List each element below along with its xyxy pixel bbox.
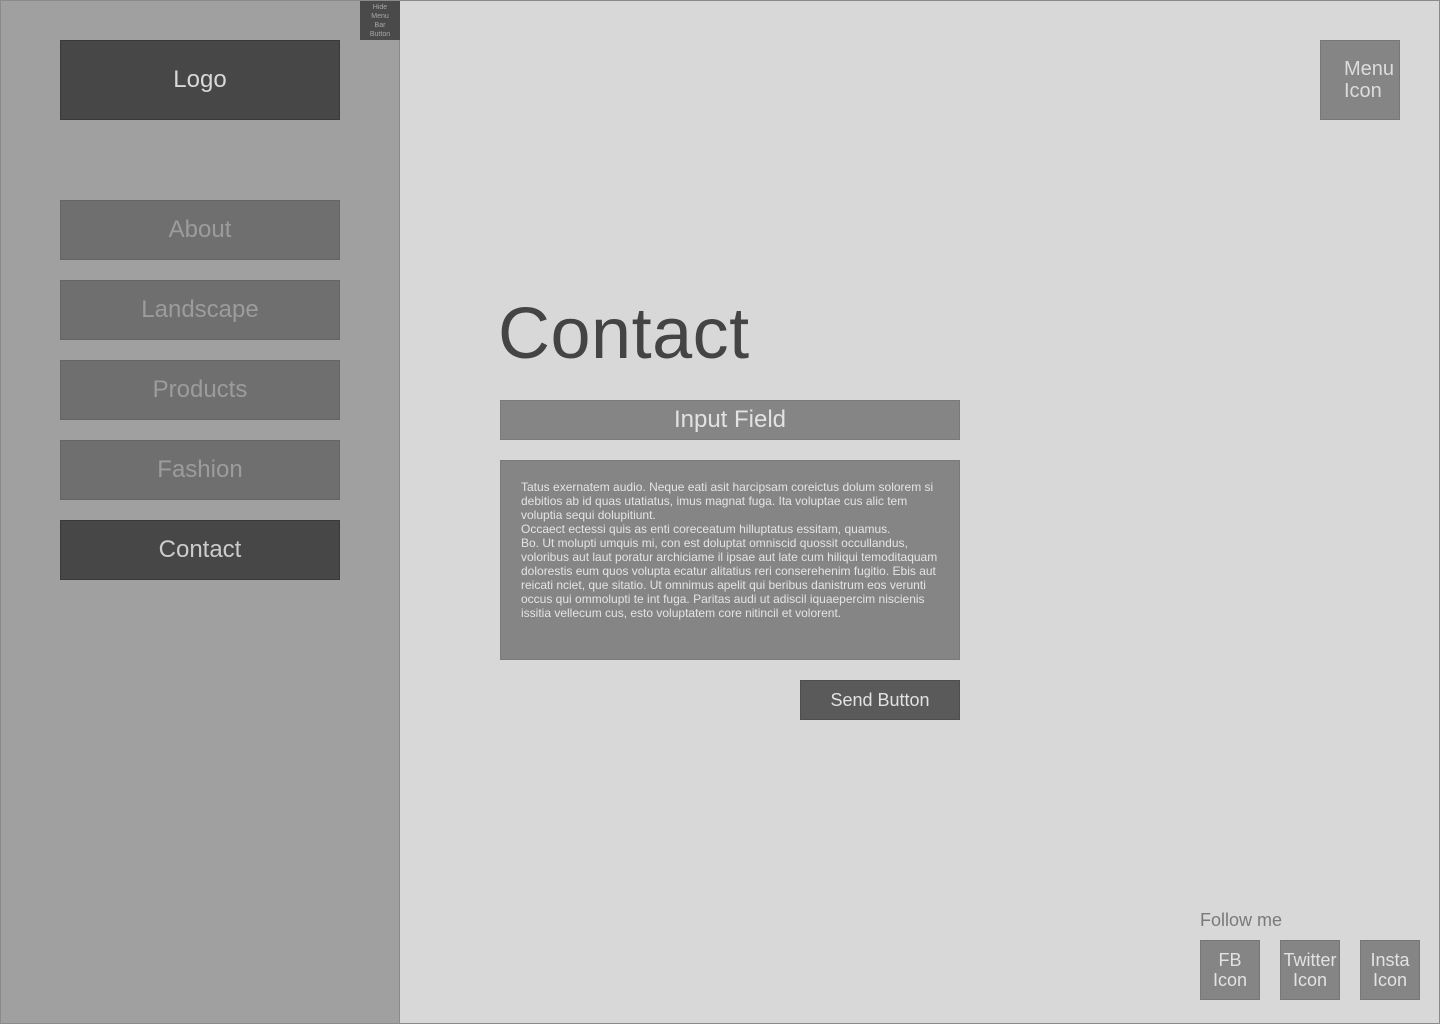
- twitter-icon-line: Twitter: [1283, 950, 1337, 970]
- hide-menu-bar-button[interactable]: Hide Menu Bar Button: [360, 0, 400, 40]
- nav-item-products[interactable]: Products: [60, 360, 340, 420]
- hide-menu-bar-button-line: Menu: [371, 12, 389, 20]
- message-textarea[interactable]: Tatus exernatem audio. Neque eati asit h…: [500, 460, 960, 660]
- logo[interactable]: Logo: [60, 40, 340, 120]
- hide-menu-bar-button-line: Button: [369, 30, 391, 38]
- nav-item-contact[interactable]: Contact: [60, 520, 340, 580]
- message-paragraph: Occaect ectessi quis as enti coreceatum …: [521, 522, 891, 536]
- nav-item-landscape[interactable]: Landscape: [60, 280, 340, 340]
- twitter-icon[interactable]: Twitter Icon: [1280, 940, 1340, 1000]
- fb-icon-line: FB: [1218, 950, 1242, 970]
- fb-icon-line: Icon: [1212, 970, 1248, 990]
- input-field[interactable]: Input Field: [500, 400, 960, 440]
- insta-icon-line: Icon: [1372, 970, 1408, 990]
- send-button[interactable]: Send Button: [800, 680, 960, 720]
- follow-me-label: Follow me: [1200, 910, 1283, 930]
- insta-icon-line: Insta: [1370, 950, 1410, 970]
- fb-icon[interactable]: FB Icon: [1200, 940, 1260, 1000]
- message-paragraph: Bo. Ut molupti umquis mi, con est dolupt…: [521, 536, 938, 620]
- menu-icon-line: Icon: [1343, 80, 1382, 102]
- nav-item-about[interactable]: About: [60, 200, 340, 260]
- insta-icon[interactable]: Insta Icon: [1360, 940, 1420, 1000]
- menu-icon[interactable]: Menu Icon: [1320, 40, 1400, 120]
- twitter-icon-line: Icon: [1292, 970, 1327, 990]
- sidebar: [0, 0, 400, 1024]
- nav-item-fashion[interactable]: Fashion: [60, 440, 340, 500]
- page-title: Contact: [498, 294, 750, 374]
- hide-menu-bar-button-line: Hide: [372, 3, 388, 11]
- hide-menu-bar-button-line: Bar: [374, 21, 386, 29]
- menu-icon-line: Menu: [1343, 58, 1395, 80]
- message-paragraph: Tatus exernatem audio. Neque eati asit h…: [521, 480, 934, 522]
